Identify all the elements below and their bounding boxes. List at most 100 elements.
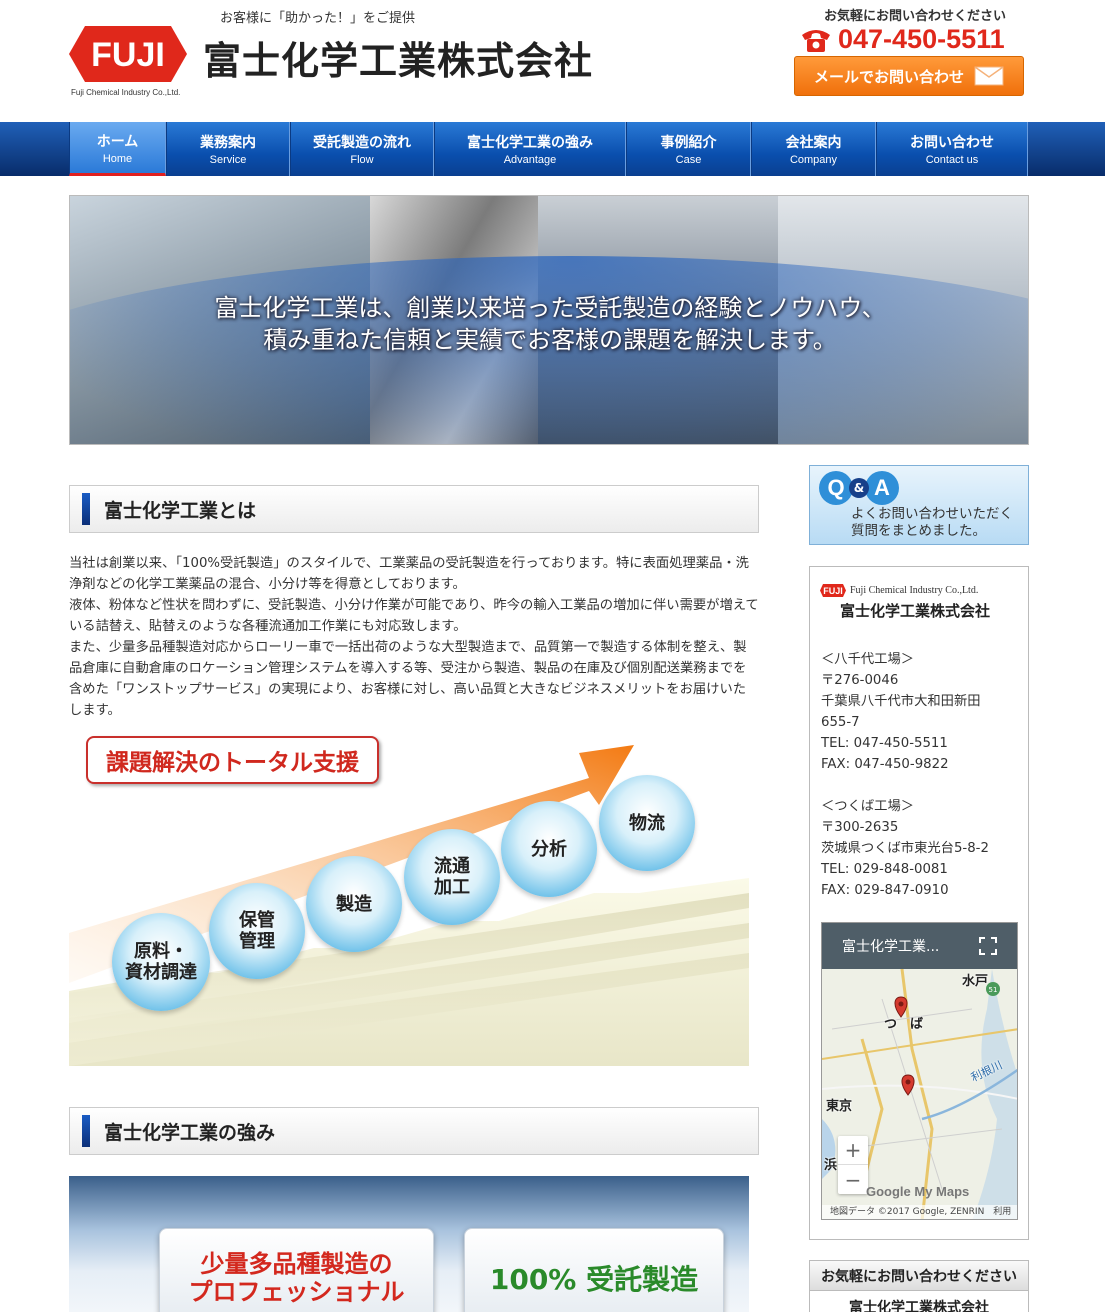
logo-text: FUJI xyxy=(91,36,165,74)
step-circle-logistics: 物流 xyxy=(599,775,695,871)
info-logo: FUJI Fuji Chemical Industry Co.,Ltd. xyxy=(820,584,978,597)
nav-sublabel: Company xyxy=(789,154,838,166)
card1-line1: 少量多品種製造の xyxy=(200,1250,393,1278)
zoom-in-button[interactable]: + xyxy=(838,1136,868,1165)
nav-edge-right xyxy=(1028,122,1105,176)
contact-label: お気軽にお問い合わせください xyxy=(824,9,1007,24)
nav-label: お問い合わせ xyxy=(910,135,994,151)
step-circle-procurement: 原料・ 資材調達 xyxy=(112,913,210,1011)
google-map[interactable]: 富士化学工業... 51 水戸 つ ば 東京 浜 利根川 + − Google … xyxy=(821,922,1018,1220)
step-circle-analysis: 分析 xyxy=(501,801,597,897)
nav-item-flow[interactable]: 受託製造の流れ Flow xyxy=(290,122,434,176)
heading-bar xyxy=(82,493,90,525)
about-paragraph: 液体、粉体など性状を問わずに、受託製造、小分け作業が可能であり、昨今の輸入工業品… xyxy=(69,598,759,634)
zoom-out-button[interactable]: − xyxy=(838,1165,868,1194)
fullscreen-icon[interactable] xyxy=(979,937,997,955)
strength-heading: 富士化学工業の強み xyxy=(69,1107,759,1155)
mail-contact-button[interactable]: メールでお問い合わせ xyxy=(794,56,1024,96)
tsukuba-title: ＜つくば工場＞ xyxy=(821,799,915,814)
nav-item-contact[interactable]: お問い合わせ Contact us xyxy=(876,122,1028,176)
about-paragraph: 当社は創業以来、「100%受託製造」のスタイルで、工業薬品の受託製造を行っており… xyxy=(69,556,749,592)
strength-card-contract[interactable]: 100% 受託製造 xyxy=(464,1228,724,1312)
nav-item-company[interactable]: 会社案内 Company xyxy=(751,122,876,176)
qa-q-letter: Q xyxy=(819,471,853,505)
nav-edge-left xyxy=(0,122,69,176)
company-info-box: FUJI Fuji Chemical Industry Co.,Ltd. 富士化… xyxy=(809,566,1029,1240)
qa-badge: Q & A xyxy=(819,471,899,505)
step-circle-manufacturing: 製造 xyxy=(306,856,402,952)
strength-title: 富士化学工業の強み xyxy=(104,1121,276,1144)
strength-card-small-lot[interactable]: 少量多品種製造の プロフェッショナル xyxy=(159,1228,434,1312)
site-header: お客様に「助かった！」をご提供 FUJI Fuji Chemical Indus… xyxy=(0,0,1105,122)
mini-logo-text: FUJI xyxy=(823,586,843,596)
yachiyo-fax: FAX: 047-450-9822 xyxy=(821,757,949,772)
nav-label: 会社案内 xyxy=(785,135,842,151)
qa-line-2: 質問をまとめました。 xyxy=(851,523,986,539)
qa-a-letter: A xyxy=(865,471,899,505)
yachiyo-zip: 〒276-0046 xyxy=(821,673,899,688)
logo-subtitle: Fuji Chemical Industry Co.,Ltd. xyxy=(71,88,181,97)
nav-item-service[interactable]: 業務案内 Service xyxy=(166,122,290,176)
heading-bar xyxy=(82,1115,90,1147)
road-51-label: 51 xyxy=(989,986,998,994)
card1-line2: プロフェッショナル xyxy=(188,1278,405,1306)
nav-item-advantage[interactable]: 富士化学工業の強み Advantage xyxy=(434,122,626,176)
yachiyo-address-1: 千葉県八千代市大和田新田 xyxy=(821,694,981,709)
about-heading: 富士化学工業とは xyxy=(69,485,759,533)
company-name: 富士化学工業株式会社 xyxy=(203,39,594,83)
nav-items: ホーム Home 業務案内 Service 受託製造の流れ Flow 富士化学工… xyxy=(69,122,1028,176)
hero-line-2: 積み重ねた信頼と実績でお客様の課題を解決します。 xyxy=(263,326,837,354)
qa-description: よくお問い合わせいただく 質問をまとめました。 xyxy=(851,506,1013,540)
qa-amp: & xyxy=(849,478,869,498)
mini-fuji-logo: FUJI xyxy=(820,584,846,597)
about-text: 当社は創業以来、「100%受託製造」のスタイルで、工業薬品の受託製造を行っており… xyxy=(69,553,759,721)
nav-sublabel: Home xyxy=(102,152,133,165)
diagram-title: 課題解決のトータル支援 xyxy=(86,736,379,784)
nav-sublabel: Contact us xyxy=(925,154,979,166)
nav-label: 富士化学工業の強み xyxy=(467,135,593,151)
map-label-tsukuba: つ ば xyxy=(884,1017,924,1032)
about-title: 富士化学工業とは xyxy=(104,499,257,522)
phone-icon xyxy=(802,29,830,52)
tsukuba-tel: TEL: 029-848-0081 xyxy=(821,862,948,877)
envelope-icon xyxy=(974,66,1004,86)
map-label-hama: 浜 xyxy=(824,1158,838,1173)
tsukuba-fax: FAX: 029-847-0910 xyxy=(821,883,949,898)
info-addresses: ＜八千代工場＞ 〒276-0046 千葉県八千代市大和田新田 655-7 TEL… xyxy=(821,649,1026,901)
map-label-mito: 水戸 xyxy=(962,974,989,989)
nav-sublabel: Flow xyxy=(350,154,374,166)
nav-sublabel: Case xyxy=(675,154,702,166)
tsukuba-zip: 〒300-2635 xyxy=(821,820,899,835)
qa-line-1: よくお問い合わせいただく xyxy=(851,506,1013,522)
phone-number[interactable]: 047-450-5511 xyxy=(800,24,1005,55)
nav-sublabel: Service xyxy=(209,154,247,166)
nav-label: 事例紹介 xyxy=(660,135,717,151)
step-circle-processing: 流通 加工 xyxy=(404,829,500,925)
nav-label: 業務案内 xyxy=(200,135,256,151)
map-header: 富士化学工業... xyxy=(822,923,1017,969)
map-attribution[interactable]: 地図データ ©2017 Google, ZENRIN 利用 xyxy=(822,1205,1017,1219)
hero-banner: 富士化学工業は、創業以来培った受託製造の経験とノウハウ、 積み重ねた信頼と実績で… xyxy=(69,195,1029,445)
tsukuba-address: 茨城県つくば市東光台5-8-2 xyxy=(821,841,989,856)
fuji-logo[interactable]: FUJI xyxy=(69,24,187,84)
mail-button-label: メールでお問い合わせ xyxy=(813,67,964,86)
main-nav: ホーム Home 業務案内 Service 受託製造の流れ Flow 富士化学工… xyxy=(0,122,1105,176)
nav-sublabel: Advantage xyxy=(503,154,557,166)
map-label-tokyo: 東京 xyxy=(826,1099,853,1114)
qa-banner[interactable]: Q & A よくお問い合わせいただく 質問をまとめました。 xyxy=(809,465,1029,545)
nav-item-case[interactable]: 事例紹介 Case xyxy=(626,122,751,176)
nav-item-home[interactable]: ホーム Home xyxy=(69,122,166,176)
map-title[interactable]: 富士化学工業... xyxy=(842,936,939,956)
hero-line-1: 富士化学工業は、創業以来培った受託製造の経験とノウハウ、 xyxy=(214,294,886,322)
sidebar-contact-box[interactable]: お気軽にお問い合わせください 富士化学工業株式会社 xyxy=(809,1260,1029,1312)
yachiyo-address-2: 655-7 xyxy=(821,715,860,730)
info-logo-en: Fuji Chemical Industry Co.,Ltd. xyxy=(850,585,979,596)
total-support-diagram: 課題解決のトータル支援 原料・ 資材調達 保管 管理 製造 流通 加工 分析 物… xyxy=(69,733,749,1066)
sidebar-contact-head: お気軽にお問い合わせください xyxy=(810,1261,1028,1291)
yachiyo-tel: TEL: 047-450-5511 xyxy=(821,736,948,751)
info-company-name: 富士化学工業株式会社 xyxy=(840,602,991,620)
about-paragraph: また、少量多品種製造対応からローリー車で一括出荷のような大型製造まで、品質第一で… xyxy=(69,640,747,718)
sidebar-contact-name: 富士化学工業株式会社 xyxy=(849,1300,989,1312)
google-logo[interactable]: Google My Maps xyxy=(866,1184,969,1199)
strength-banner[interactable]: 少量多品種製造の プロフェッショナル 100% 受託製造 xyxy=(69,1176,749,1312)
